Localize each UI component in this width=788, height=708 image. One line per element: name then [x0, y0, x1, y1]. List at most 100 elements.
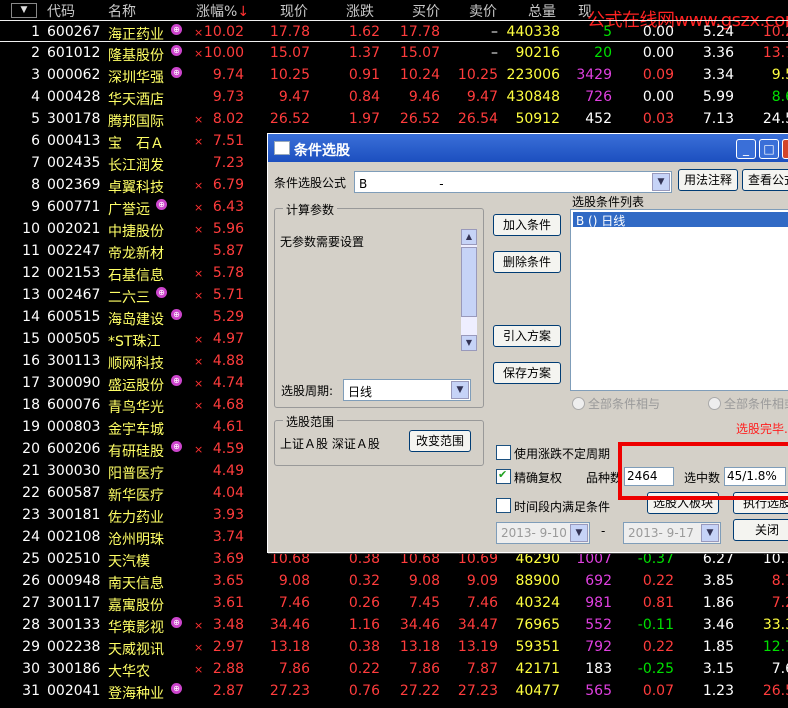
current-volume: 692: [585, 573, 612, 589]
row-number: 7: [31, 155, 40, 171]
formula-label: 条件选股公式: [274, 176, 347, 190]
maximize-icon[interactable]: □: [759, 139, 779, 159]
stock-code: 002435: [47, 155, 101, 171]
stock-name: 青鸟华光: [108, 400, 164, 416]
table-row[interactable]: 26 000948 南天信息 3.65 9.08 0.32 9.08 9.09 88900 692…: [0, 570, 788, 592]
margin-badge-icon: ⊕: [171, 45, 182, 56]
table-row[interactable]: 27 300117 嘉寓股份 3.61 7.46 0.26 7.45 7.46 40324 981…: [0, 592, 788, 614]
row-number: 13: [22, 287, 40, 303]
stock-name: 帝龙新材: [108, 246, 164, 262]
row-number: 1: [31, 24, 40, 40]
col-code[interactable]: 代码: [47, 1, 75, 21]
col-diff[interactable]: 涨跌: [346, 1, 374, 21]
row-number: 19: [22, 419, 40, 435]
checkbox-time-range[interactable]: [496, 498, 511, 513]
col-volume[interactable]: 总量: [528, 1, 556, 21]
date-separator: -: [601, 524, 606, 538]
table-row[interactable]: 5 300178 腾邦国际 × 8.02 26.52 1.97 26.52 26.54 50912…: [0, 108, 788, 130]
delete-condition-button[interactable]: 删除条件: [493, 251, 561, 273]
save-scheme-button[interactable]: 保存方案: [493, 362, 561, 384]
speed: 0.03: [642, 111, 674, 127]
col-change-pct[interactable]: 涨幅%↓: [196, 1, 249, 21]
view-formula-button[interactable]: 查看公式: [742, 169, 788, 191]
change-pct: 4.59: [212, 441, 244, 457]
stock-name: 卓翼科技: [108, 180, 164, 196]
condition-list-item[interactable]: B () 日线: [573, 212, 788, 228]
current-volume: 183: [585, 661, 612, 677]
import-scheme-button[interactable]: 引入方案: [493, 325, 561, 347]
stock-name: 沧州明珠: [108, 532, 164, 548]
turnover: 6.27: [702, 551, 734, 567]
volume: 76965: [515, 617, 560, 633]
scroll-thumb[interactable]: [461, 247, 477, 317]
usage-notes-button[interactable]: 用法注释: [678, 169, 738, 191]
row-number: 17: [22, 375, 40, 391]
ratio: 7.2: [771, 595, 788, 611]
table-row[interactable]: 1 600267 海正药业 ⊕ × 10.02 17.78 1.62 17.78–440338 5…: [0, 20, 788, 43]
change-pct: 5.71: [212, 287, 244, 303]
stock-code: 002238: [47, 639, 101, 655]
condition-list[interactable]: B () 日线: [570, 209, 788, 391]
margin-badge-icon: ⊕: [171, 24, 182, 35]
checkbox-exact-adjust-label: 精确复权: [514, 471, 563, 485]
row-number: 31: [22, 683, 40, 699]
stock-name: 海岛建设: [108, 312, 164, 328]
date-from-select[interactable]: 2013- 9-10 ▼: [496, 522, 590, 544]
price: 7.46: [278, 595, 310, 611]
stock-name: *ST珠江: [108, 334, 161, 350]
turnover: 3.36: [702, 45, 734, 61]
row-number: 11: [22, 243, 40, 259]
table-row[interactable]: 29 002238 天威视讯 × 2.97 13.18 0.38 13.18 13.19 5935…: [0, 636, 788, 658]
change-range-button[interactable]: 改变范围: [409, 430, 471, 452]
volume: 40477: [515, 683, 560, 699]
stock-code: 002041: [47, 683, 101, 699]
stock-code: 601012: [47, 45, 101, 61]
formula-select[interactable]: B - ▼: [354, 171, 672, 193]
stock-name: 有研硅股: [108, 444, 164, 460]
checkbox-time-range-label: 时间段内满足条件: [514, 500, 611, 514]
col-ask[interactable]: 卖价: [469, 1, 497, 21]
stock-code: 002467: [47, 287, 101, 303]
table-row[interactable]: 30 300186 大华农 × 2.88 7.86 0.22 7.86 7.87 42171 183…: [0, 658, 788, 680]
range-group-title: 选股范围: [283, 413, 338, 430]
radio-or[interactable]: [708, 397, 721, 410]
table-row[interactable]: 3 000062 深圳华强 ⊕ 9.74 10.25 0.91 10.24 10.25 22300…: [0, 64, 788, 86]
ratio: 10.7: [762, 551, 788, 567]
date-to-select[interactable]: 2013- 9-17 ▼: [623, 522, 721, 544]
ratio: 12.7: [762, 639, 788, 655]
col-name[interactable]: 名称: [108, 1, 136, 21]
params-scrollbar[interactable]: ▲ ▼: [461, 229, 477, 351]
current-volume: 5: [603, 24, 612, 40]
table-row[interactable]: 2 601012 隆基股份 ⊕ × 10.00 15.07 1.37 15.07–90216 20…: [0, 42, 788, 64]
change-pct: 5.78: [212, 265, 244, 281]
close-button[interactable]: 关闭: [733, 519, 788, 541]
radio-and[interactable]: [572, 397, 585, 410]
dialog-titlebar[interactable]: 条件选股 _ □ ×: [268, 134, 788, 162]
add-condition-button[interactable]: 加入条件: [493, 214, 561, 236]
minimize-icon[interactable]: _: [736, 139, 756, 159]
stock-name: 广誉远: [108, 202, 150, 218]
period-select[interactable]: 日线 ▼: [343, 379, 471, 401]
checkbox-flexible-period[interactable]: [496, 445, 511, 460]
speed: 0.09: [642, 67, 674, 83]
stock-name: 南天信息: [108, 576, 164, 592]
stock-name: 海正药业: [108, 27, 164, 43]
stock-name: 深圳华强: [108, 70, 164, 86]
margin-badge-icon: ⊕: [171, 683, 182, 694]
stock-code: 300090: [47, 375, 101, 391]
change-pct: 3.65: [212, 573, 244, 589]
table-row[interactable]: 31 002041 登海种业 ⊕ 2.87 27.23 0.76 27.22 27.23 4047…: [0, 680, 788, 702]
table-row[interactable]: 4 000428 华天酒店 9.73 9.47 0.84 9.46 9.47 430848 726…: [0, 86, 788, 108]
turnover: 1.23: [702, 683, 734, 699]
stock-name: 隆基股份: [108, 48, 164, 64]
table-row[interactable]: 28 300133 华策影视 ⊕ × 3.48 34.46 1.16 34.46 34.47 769…: [0, 614, 788, 636]
col-bid[interactable]: 买价: [412, 1, 440, 21]
sort-menu-button[interactable]: ▼: [11, 3, 37, 18]
row-number: 3: [31, 67, 40, 83]
change-pct: 2.97: [212, 639, 244, 655]
close-icon[interactable]: ×: [782, 139, 788, 159]
scroll-down-icon[interactable]: ▼: [461, 335, 477, 351]
scroll-up-icon[interactable]: ▲: [461, 229, 477, 245]
checkbox-exact-adjust[interactable]: [496, 468, 511, 484]
col-price[interactable]: 现价: [280, 1, 308, 21]
